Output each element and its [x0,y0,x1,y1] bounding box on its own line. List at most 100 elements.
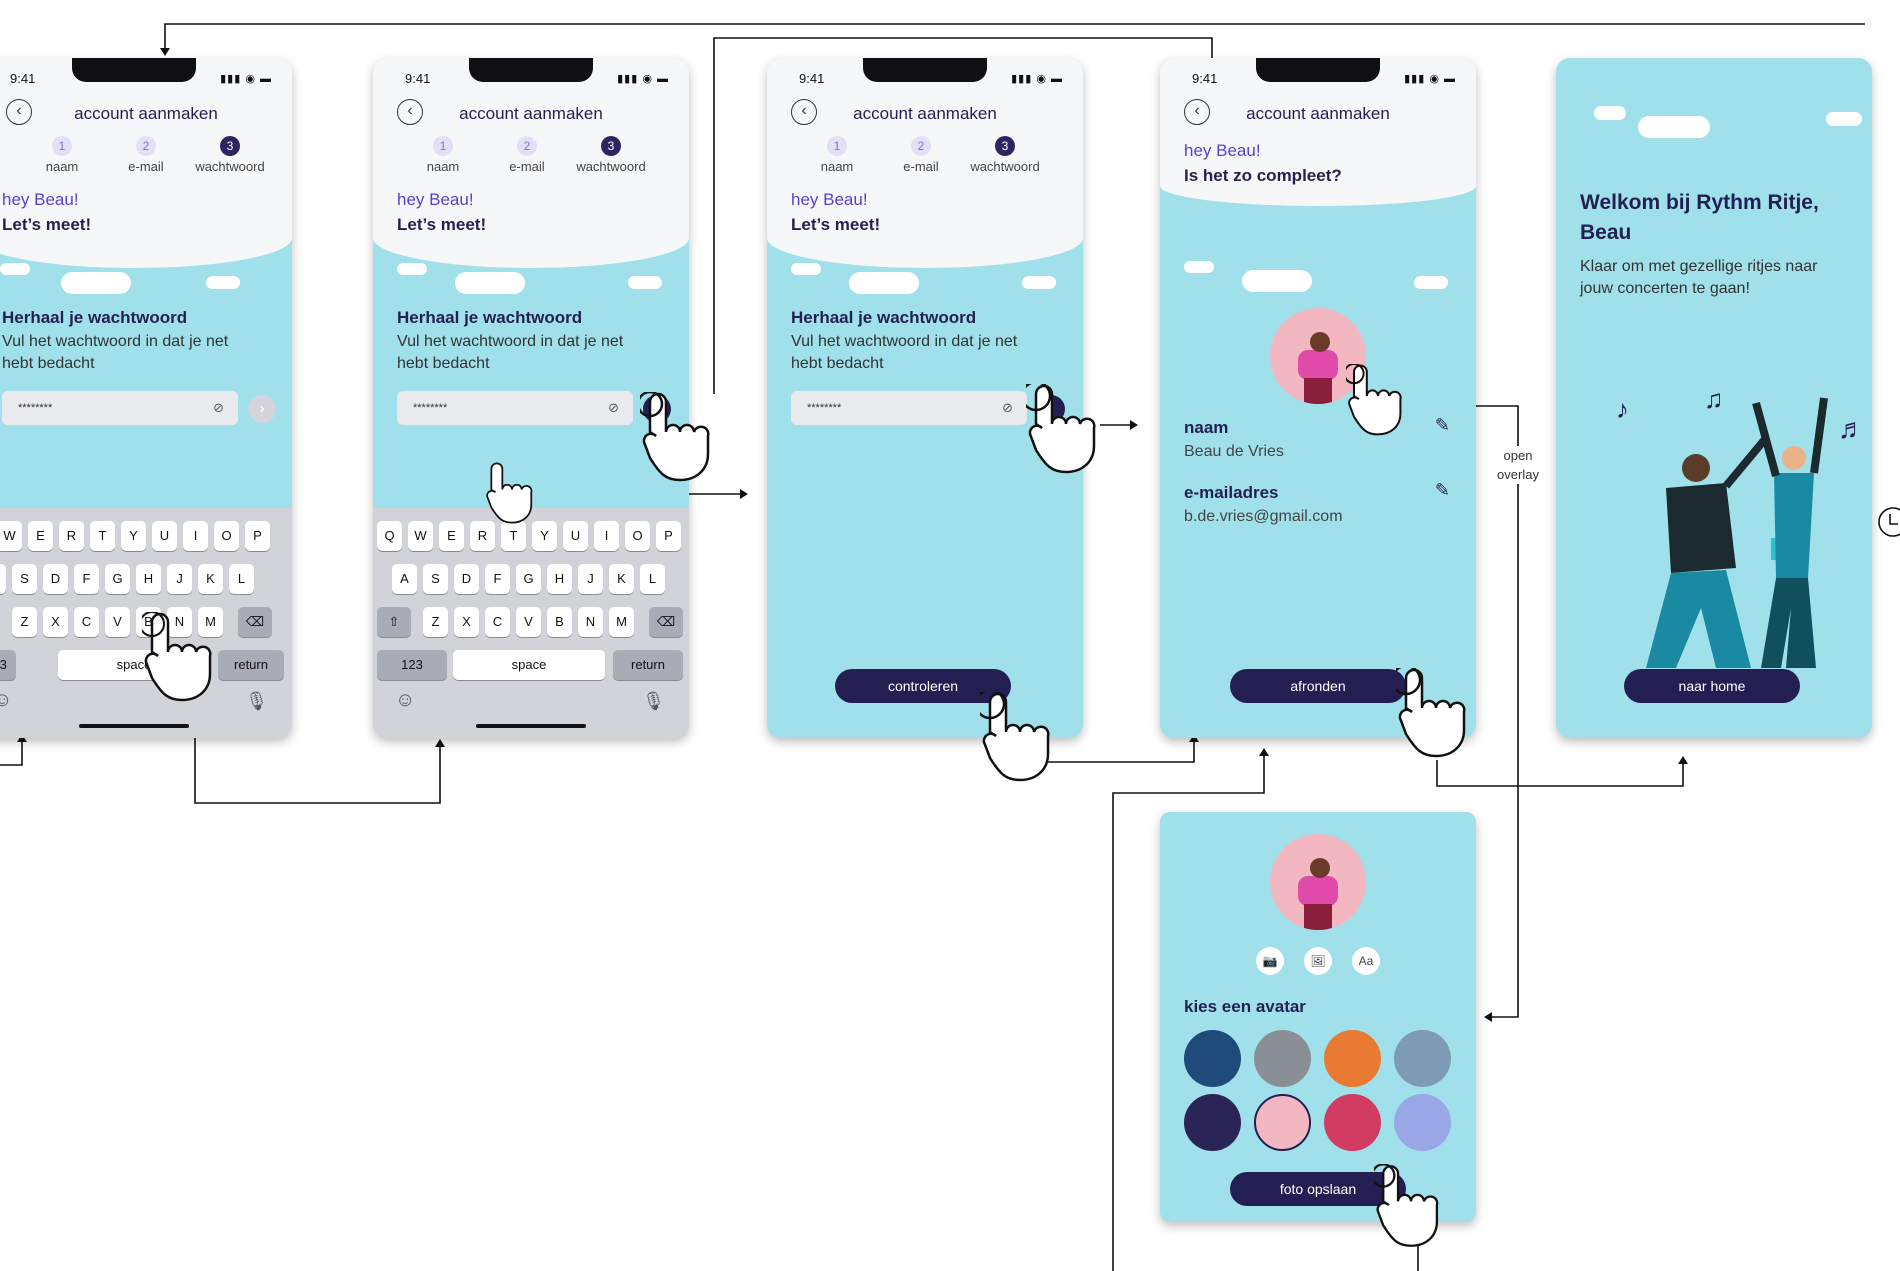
next-button[interactable]: › [248,395,276,423]
key-g[interactable]: G [105,564,130,594]
backspace-key[interactable]: ⌫ [649,607,683,637]
afronden-button[interactable]: afronden [1230,669,1406,703]
key-r[interactable]: R [470,521,495,551]
key-x[interactable]: X [43,607,68,637]
key-a[interactable]: A [392,564,417,594]
avatar-option[interactable] [1324,1030,1381,1087]
key-f[interactable]: F [485,564,510,594]
key-l[interactable]: L [640,564,665,594]
key-s[interactable]: S [423,564,448,594]
key-return[interactable]: return [218,650,284,680]
avatar-option[interactable] [1184,1094,1241,1151]
key-u[interactable]: U [563,521,588,551]
key-s[interactable]: S [12,564,37,594]
password-field[interactable]: ******** ⊘ [791,391,1027,425]
tap-hand-icon [1346,364,1402,436]
key-e[interactable]: E [439,521,464,551]
avatar-option[interactable] [1184,1030,1241,1087]
greeting: hey Beau! [397,190,474,209]
key-o[interactable]: O [214,521,239,551]
key-v[interactable]: V [105,607,130,637]
cloud [455,272,525,294]
key-c[interactable]: C [74,607,99,637]
key-m[interactable]: M [609,607,634,637]
key-j[interactable]: J [167,564,192,594]
cloud [1242,270,1312,292]
cloud [397,263,427,275]
key-h[interactable]: H [547,564,572,594]
backspace-key[interactable]: ⌫ [238,607,272,637]
key-y[interactable]: Y [532,521,557,551]
key-d[interactable]: D [454,564,479,594]
key-p[interactable]: P [245,521,270,551]
page-title: account aanmaken [1246,104,1390,123]
key-w[interactable]: W [0,521,22,551]
emoji-icon[interactable]: ☺ [0,689,12,712]
key-n[interactable]: N [578,607,603,637]
naar-home-button[interactable]: naar home [1624,669,1800,703]
key-return[interactable]: return [613,650,683,680]
edit-email-icon[interactable]: ✎ [1435,480,1450,501]
key-i[interactable]: I [594,521,619,551]
cloud [849,272,919,294]
key-z[interactable]: Z [12,607,37,637]
mic-icon[interactable]: 🎙 [245,691,268,712]
key-t[interactable]: T [90,521,115,551]
step-1: 1 naam [403,136,483,174]
greeting: hey Beau! [1184,141,1261,160]
key-c[interactable]: C [485,607,510,637]
key-w[interactable]: W [408,521,433,551]
key-e[interactable]: E [28,521,53,551]
key-j[interactable]: J [578,564,603,594]
key-k[interactable]: K [198,564,223,594]
key-x[interactable]: X [454,607,479,637]
phone-notch [72,58,196,82]
avatar-option-selected[interactable] [1254,1094,1311,1151]
hide-password-icon[interactable]: ⊘ [1002,391,1013,425]
key-p[interactable]: P [656,521,681,551]
text-avatar-button[interactable]: Aa [1352,947,1380,975]
key-b[interactable]: B [547,607,572,637]
key-g[interactable]: G [516,564,541,594]
mic-icon[interactable]: 🎙 [642,691,665,712]
avatar-option[interactable] [1394,1030,1451,1087]
emoji-icon[interactable]: ☺ [395,689,415,712]
key-f[interactable]: F [74,564,99,594]
gallery-icon[interactable]: 🖼 [1304,947,1332,975]
shift-key[interactable]: ⇧ [377,607,411,637]
key-l[interactable]: L [229,564,254,594]
status-icons: ▮▮▮ ◉ ▬ [617,73,669,85]
avatar-option[interactable] [1254,1030,1311,1087]
avatar-option[interactable] [1394,1094,1451,1151]
key-space[interactable]: space [453,650,605,680]
key-123[interactable]: 123 [377,650,447,680]
key-r[interactable]: R [59,521,84,551]
key-u[interactable]: U [152,521,177,551]
key-q[interactable]: Q [377,521,402,551]
step-3: 3 wachtwoord [190,136,270,174]
key-k[interactable]: K [609,564,634,594]
key-o[interactable]: O [625,521,650,551]
password-field[interactable]: ******** ⊘ [397,391,633,425]
key-h[interactable]: H [136,564,161,594]
key-123[interactable]: 123 [0,650,16,680]
profile-question: Is het zo compleet? [1184,166,1342,185]
key-v[interactable]: V [516,607,541,637]
password-field[interactable]: ******** ⊘ [2,391,238,425]
tap-hand-icon [640,392,710,482]
key-a[interactable]: A [0,564,6,594]
svg-text:♪: ♪ [1616,394,1629,424]
key-d[interactable]: D [43,564,68,594]
svg-text:♫: ♫ [1704,384,1724,414]
hide-password-icon[interactable]: ⊘ [608,391,619,425]
hide-password-icon[interactable]: ⊘ [213,391,224,425]
key-y[interactable]: Y [121,521,146,551]
key-z[interactable]: Z [423,607,448,637]
avatar-option[interactable] [1324,1094,1381,1151]
tap-hand-icon [1374,1164,1439,1247]
edit-name-icon[interactable]: ✎ [1435,415,1450,436]
step-3: 3 wachtwoord [965,136,1045,174]
key-t[interactable]: T [501,521,526,551]
camera-icon[interactable]: 📷 [1256,947,1284,975]
key-i[interactable]: I [183,521,208,551]
